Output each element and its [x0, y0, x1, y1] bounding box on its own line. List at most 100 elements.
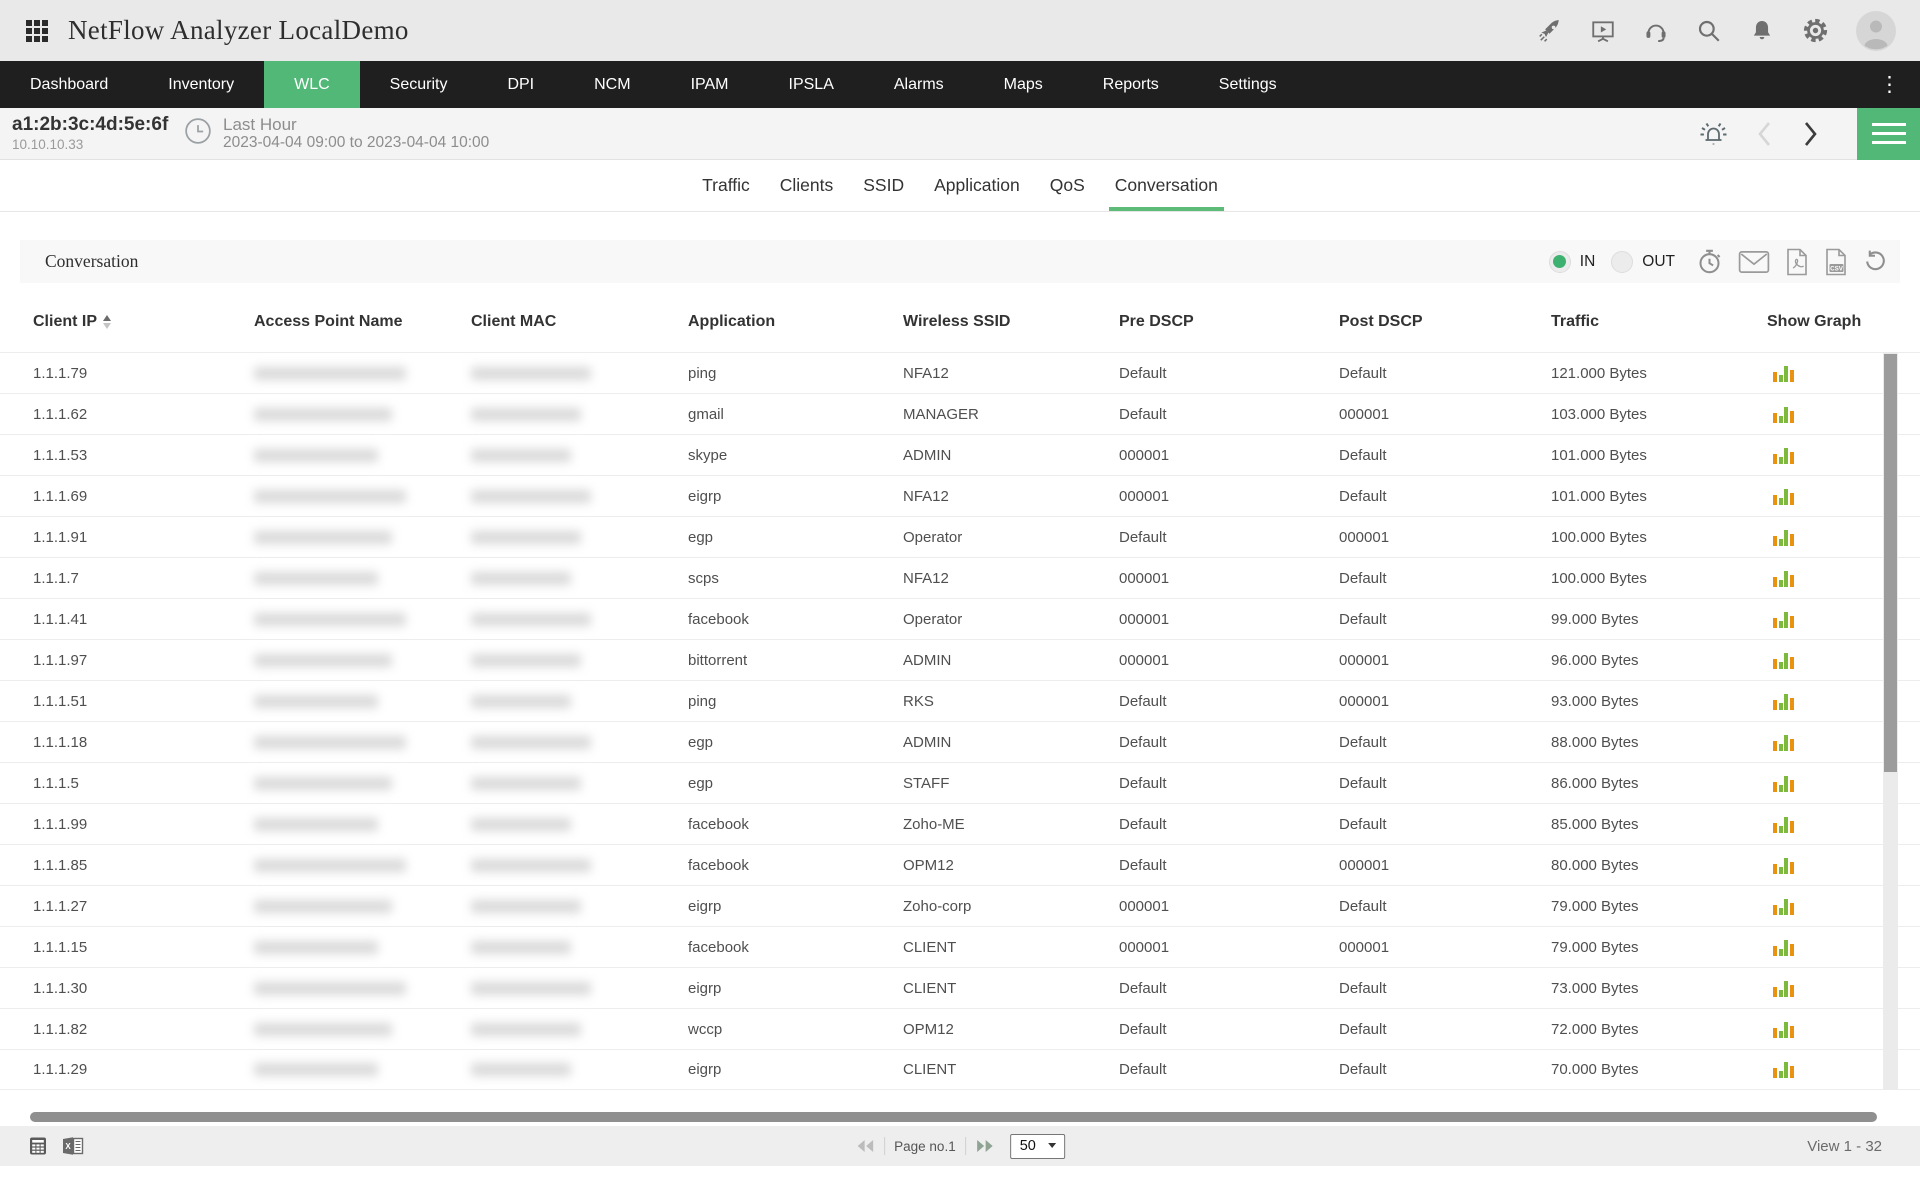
show-graph-icon[interactable]	[1773, 980, 1797, 997]
table-row[interactable]: 1.1.1.53skypeADMIN000001Default101.000 B…	[0, 434, 1920, 475]
column-header-pre-dscp[interactable]: Pre DSCP	[1119, 313, 1339, 331]
nav-item-ipam[interactable]: IPAM	[661, 61, 759, 108]
nav-item-security[interactable]: Security	[360, 61, 478, 108]
graph-bar	[1773, 987, 1777, 997]
graph-bar	[1779, 539, 1783, 546]
direction-option-in[interactable]: IN	[1549, 251, 1596, 273]
tab-application[interactable]: Application	[934, 160, 1020, 211]
nav-item-settings[interactable]: Settings	[1189, 61, 1307, 108]
direction-option-out[interactable]: OUT	[1611, 251, 1675, 273]
next-device-icon[interactable]	[1800, 119, 1820, 149]
csv-export-icon[interactable]: CSV	[1824, 248, 1848, 276]
tab-qos[interactable]: QoS	[1050, 160, 1085, 211]
radio-in[interactable]	[1549, 251, 1571, 273]
nav-item-dpi[interactable]: DPI	[477, 61, 564, 108]
page-size-select[interactable]: 50	[1010, 1134, 1065, 1159]
nav-item-ipsla[interactable]: IPSLA	[759, 61, 864, 108]
show-graph-icon[interactable]	[1773, 898, 1797, 915]
table-row[interactable]: 1.1.1.18egpADMINDefaultDefault88.000 Byt…	[0, 721, 1920, 762]
table-row[interactable]: 1.1.1.5egpSTAFFDefaultDefault86.000 Byte…	[0, 762, 1920, 803]
table-row[interactable]: 1.1.1.30eigrpCLIENTDefaultDefault73.000 …	[0, 967, 1920, 1008]
refresh-icon[interactable]	[1863, 249, 1888, 274]
column-header-client-ip[interactable]: Client IP	[33, 313, 254, 331]
column-header-application[interactable]: Application	[688, 313, 903, 331]
show-graph-icon[interactable]	[1773, 447, 1797, 464]
table-row[interactable]: 1.1.1.79pingNFA12DefaultDefault121.000 B…	[0, 352, 1920, 393]
table-row[interactable]: 1.1.1.29eigrpCLIENTDefaultDefault70.000 …	[0, 1049, 1920, 1090]
presentation-icon[interactable]	[1590, 18, 1616, 44]
previous-page-icon[interactable]	[855, 1139, 875, 1153]
show-graph-icon[interactable]	[1773, 734, 1797, 751]
vertical-scrollbar-thumb[interactable]	[1884, 354, 1897, 772]
time-period-selector[interactable]: Last Hour 2023-04-04 09:00 to 2023-04-04…	[184, 115, 489, 152]
tab-traffic[interactable]: Traffic	[702, 160, 750, 211]
vertical-scrollbar[interactable]	[1883, 352, 1898, 1090]
radio-out[interactable]	[1611, 251, 1633, 273]
graph-bar	[1784, 366, 1788, 382]
table-view-icon[interactable]	[28, 1136, 48, 1156]
headset-icon[interactable]	[1643, 18, 1669, 44]
show-graph-icon[interactable]	[1773, 1061, 1797, 1078]
show-graph-icon[interactable]	[1773, 611, 1797, 628]
show-graph-icon[interactable]	[1773, 529, 1797, 546]
show-graph-icon[interactable]	[1773, 693, 1797, 710]
previous-device-icon[interactable]	[1755, 119, 1775, 149]
alarm-bell-icon[interactable]	[1696, 119, 1730, 149]
horizontal-scrollbar-thumb[interactable]	[30, 1112, 1877, 1122]
nav-item-ncm[interactable]: NCM	[564, 61, 660, 108]
bell-icon[interactable]	[1749, 18, 1775, 44]
table-row[interactable]: 1.1.1.85facebookOPM12Default00000180.000…	[0, 844, 1920, 885]
table-row[interactable]: 1.1.1.97bittorrentADMIN00000100000196.00…	[0, 639, 1920, 680]
show-graph-icon[interactable]	[1773, 570, 1797, 587]
column-header-traffic[interactable]: Traffic	[1551, 313, 1767, 331]
show-graph-icon[interactable]	[1773, 488, 1797, 505]
device-info[interactable]: a1:2b:3c:4d:5e:6f 10.10.10.33	[0, 115, 184, 152]
show-graph-icon[interactable]	[1773, 365, 1797, 382]
nav-item-wlc[interactable]: WLC	[264, 61, 360, 108]
table-row[interactable]: 1.1.1.51pingRKSDefault00000193.000 Bytes	[0, 680, 1920, 721]
table-row[interactable]: 1.1.1.27eigrpZoho-corp000001Default79.00…	[0, 885, 1920, 926]
show-graph-icon[interactable]	[1773, 857, 1797, 874]
show-graph-icon[interactable]	[1773, 406, 1797, 423]
table-row[interactable]: 1.1.1.15facebookCLIENT00000100000179.000…	[0, 926, 1920, 967]
nav-item-inventory[interactable]: Inventory	[138, 61, 264, 108]
hamburger-menu-button[interactable]	[1857, 108, 1920, 160]
search-icon[interactable]	[1696, 18, 1722, 44]
table-row[interactable]: 1.1.1.82wccpOPM12DefaultDefault72.000 By…	[0, 1008, 1920, 1049]
column-header-post-dscp[interactable]: Post DSCP	[1339, 313, 1551, 331]
email-icon[interactable]	[1738, 250, 1770, 274]
cell-post-dscp: 000001	[1339, 693, 1551, 710]
nav-item-dashboard[interactable]: Dashboard	[0, 61, 138, 108]
show-graph-icon[interactable]	[1773, 939, 1797, 956]
column-header-wireless-ssid[interactable]: Wireless SSID	[903, 313, 1119, 331]
next-page-icon[interactable]	[975, 1139, 995, 1153]
table-row[interactable]: 1.1.1.7scpsNFA12000001Default100.000 Byt…	[0, 557, 1920, 598]
avatar[interactable]	[1856, 11, 1896, 51]
pdf-export-icon[interactable]	[1785, 248, 1809, 276]
column-header-client-mac[interactable]: Client MAC	[471, 313, 688, 331]
rocket-icon[interactable]	[1537, 18, 1563, 44]
show-graph-icon[interactable]	[1773, 1021, 1797, 1038]
tab-ssid[interactable]: SSID	[863, 160, 904, 211]
table-row[interactable]: 1.1.1.91egpOperatorDefault000001100.000 …	[0, 516, 1920, 557]
table-row[interactable]: 1.1.1.69eigrpNFA12000001Default101.000 B…	[0, 475, 1920, 516]
cell-access-point-name	[254, 490, 471, 503]
nav-item-reports[interactable]: Reports	[1073, 61, 1189, 108]
show-graph-icon[interactable]	[1773, 816, 1797, 833]
timer-icon[interactable]	[1696, 248, 1723, 275]
app-grid-icon[interactable]	[24, 18, 50, 44]
table-row[interactable]: 1.1.1.99facebookZoho-MEDefaultDefault85.…	[0, 803, 1920, 844]
column-header-show-graph[interactable]: Show Graph	[1767, 313, 1902, 331]
table-row[interactable]: 1.1.1.62gmailMANAGERDefault000001103.000…	[0, 393, 1920, 434]
tab-clients[interactable]: Clients	[780, 160, 834, 211]
table-row[interactable]: 1.1.1.41facebookOperator000001Default99.…	[0, 598, 1920, 639]
nav-item-maps[interactable]: Maps	[974, 61, 1073, 108]
column-header-access-point-name[interactable]: Access Point Name	[254, 313, 471, 331]
show-graph-icon[interactable]	[1773, 775, 1797, 792]
nav-item-alarms[interactable]: Alarms	[864, 61, 974, 108]
show-graph-icon[interactable]	[1773, 652, 1797, 669]
tab-conversation[interactable]: Conversation	[1115, 160, 1218, 211]
excel-export-icon[interactable]: X	[61, 1136, 85, 1156]
gear-icon[interactable]	[1802, 17, 1829, 44]
overflow-menu-icon[interactable]: ⋮	[1859, 61, 1920, 108]
